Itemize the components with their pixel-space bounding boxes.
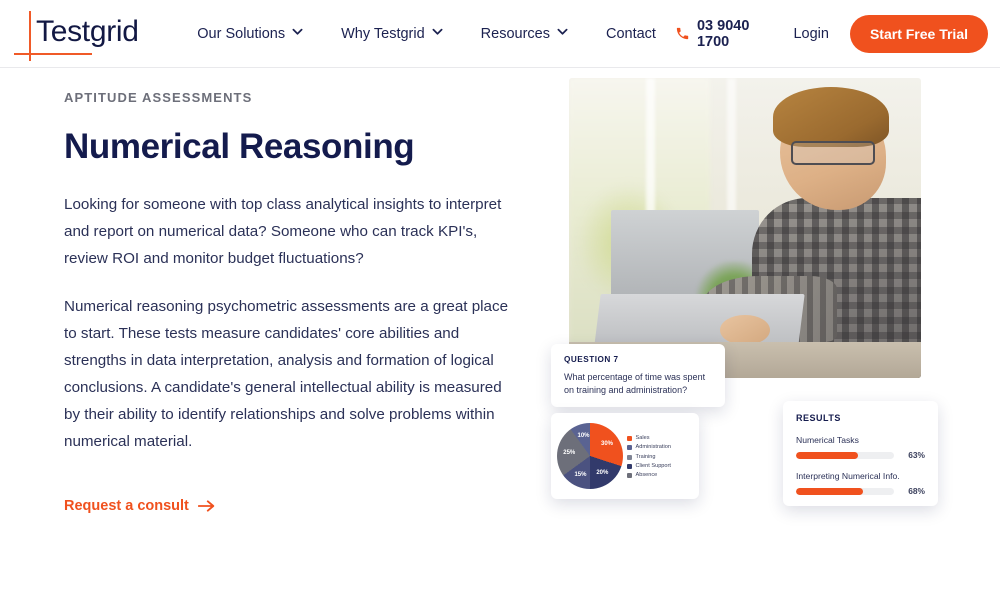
photo-person-glasses [790,141,876,165]
nav-item-label: Contact [605,25,656,42]
pie-slice-label: 15% [574,471,587,478]
site-header: Testgrid Our Solutions Why Testgrid Reso… [0,0,1000,68]
legend-item: Client Support [627,463,671,470]
primary-nav: Our Solutions Why Testgrid Resources Con… [178,26,675,42]
request-a-consult-label: Request a consult [64,498,189,514]
pie-chart-legend: Sales Administration Training Client Suppor… [627,433,671,479]
header-actions: 03 9040 1700 Login Start Free Trial [675,14,1000,53]
results-card-label: RESULTS [796,413,841,423]
chevron-down-icon [292,26,303,37]
question-card-label: QUESTION 7 [564,355,619,364]
login-link[interactable]: Login [793,26,828,42]
hero-visual: QUESTION 7 What percentage of time was s… [540,68,960,506]
nav-item-why-testgrid[interactable]: Why Testgrid [322,26,462,42]
hero-eyebrow: APTITUDE ASSESSMENTS [64,90,253,105]
result-row: Numerical Tasks 63% [796,435,925,460]
legend-swatch-icon [627,454,632,460]
legend-swatch-icon [627,472,632,478]
legend-label: Client Support [635,462,671,469]
progress-fill [796,451,858,459]
hero-text-column: APTITUDE ASSESSMENTS Numerical Reasoning… [64,90,524,515]
photo-person-hand [720,315,770,345]
chevron-down-icon [432,26,443,37]
pie-slice-label: 10% [577,433,590,440]
question-card: QUESTION 7 What percentage of time was s… [551,344,725,407]
main-content: APTITUDE ASSESSMENTS Numerical Reasoning… [0,68,1000,600]
pie-chart-card: 30% 20% 15% 25% 10% Sales Administration Train… [551,413,699,499]
logo-wordmark: Testgrid [36,14,139,48]
legend-item: Sales [627,435,671,442]
pie-chart: 30% 20% 15% 25% 10% [557,423,623,489]
legend-item: Administration [627,444,671,451]
hero-paragraph-1: Looking for someone with top class analy… [64,196,502,267]
result-row-bar: 68% [796,486,925,496]
results-rows: Numerical Tasks 63% Interpreting Numerical… [796,435,925,496]
arrow-right-icon [197,499,215,513]
result-row-percent: 63% [908,450,925,460]
legend-swatch-icon [627,463,632,469]
results-card: RESULTS Numerical Tasks 63% Interpreting N… [783,401,938,506]
nav-item-our-solutions[interactable]: Our Solutions [178,26,322,42]
result-row-percent: 68% [908,486,925,496]
chevron-down-icon [557,26,568,37]
logo[interactable]: Testgrid [14,7,140,61]
result-row: Interpreting Numerical Info. 68% [796,471,925,496]
hero-photo [569,78,921,378]
legend-swatch-icon [627,436,632,442]
start-free-trial-button[interactable]: Start Free Trial [849,14,988,53]
request-a-consult-link[interactable]: Request a consult [64,498,215,514]
logo-horizontal-rule-icon [14,52,92,55]
legend-label: Sales [635,435,650,442]
progress-track [796,451,894,459]
phone-number: 03 9040 1700 [696,17,750,50]
result-row-bar: 63% [796,450,925,460]
phone-link[interactable]: 03 9040 1700 [675,18,772,50]
nav-item-label: Our Solutions [197,25,286,42]
legend-label: Training [635,453,656,460]
legend-item: Absence [627,472,671,479]
progress-track [796,487,894,495]
legend-label: Administration [635,444,671,451]
legend-swatch-icon [627,445,632,451]
photo-person-hair [773,87,890,147]
legend-label: Absence [635,471,658,478]
pie-slice-label: 30% [600,440,613,447]
nav-item-label: Why Testgrid [341,25,425,42]
nav-item-resources[interactable]: Resources [462,26,587,42]
nav-item-contact[interactable]: Contact [587,26,675,42]
result-row-label: Numerical Tasks [796,435,859,445]
question-card-text: What percentage of time was spent on tra… [564,372,706,395]
nav-item-label: Resources [480,25,550,42]
page-title: Numerical Reasoning [64,127,415,166]
phone-icon [675,26,690,41]
legend-item: Training [627,454,671,461]
result-row-label: Interpreting Numerical Info. [796,471,900,481]
pie-slice-label: 25% [563,449,576,456]
hero-paragraph-2: Numerical reasoning psychometric assessm… [64,298,509,450]
pie-slice-label: 20% [596,469,609,476]
progress-fill [796,487,863,495]
